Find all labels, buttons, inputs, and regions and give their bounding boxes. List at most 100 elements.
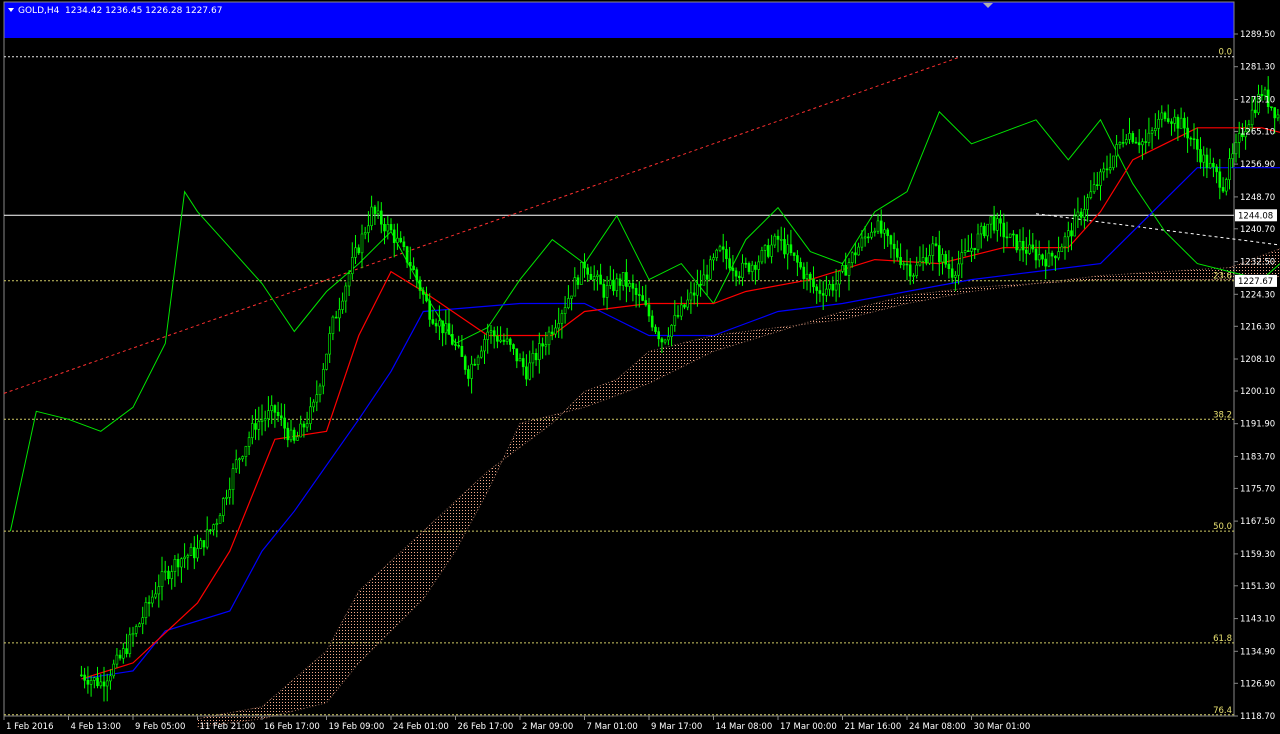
candle-body: [125, 648, 128, 654]
candle-body: [357, 247, 361, 254]
candle-body: [89, 679, 93, 685]
candle-body: [634, 287, 638, 295]
candle-body: [1270, 106, 1273, 108]
candle-body: [863, 236, 867, 239]
candle-body: [973, 247, 977, 250]
candle-body: [302, 423, 306, 428]
candle-body: [405, 246, 409, 263]
time-tick-label: 21 Mar 16:00: [845, 722, 902, 732]
candle-body: [825, 288, 828, 296]
candle-body: [505, 338, 509, 342]
candle-body: [428, 300, 432, 320]
candle-body: [621, 272, 625, 286]
candle-body: [305, 423, 309, 428]
candle-body: [431, 319, 435, 324]
candle-body: [399, 237, 403, 243]
candle-body: [467, 369, 470, 379]
price-chart[interactable]: GOLD,H4 1234.42 1236.45 1226.28 1227.67 …: [0, 0, 1280, 734]
candle-body: [334, 316, 338, 319]
time-tick-label: 19 Feb 09:00: [329, 722, 385, 732]
candle-body: [486, 331, 490, 340]
candle-body: [196, 548, 199, 559]
candle-body: [112, 663, 115, 677]
candle-body: [1054, 255, 1057, 259]
price-tick-label: 1183.70: [1240, 452, 1275, 462]
candle-body: [144, 602, 148, 619]
candle-body: [979, 225, 983, 235]
candle-body: [960, 252, 964, 265]
candle-body: [705, 274, 709, 280]
candle-body: [1050, 252, 1054, 257]
candle-body: [976, 233, 980, 251]
candle-body: [1208, 163, 1212, 169]
candle-body: [567, 298, 570, 308]
candle-body: [1118, 142, 1122, 145]
candle-body: [344, 285, 348, 302]
candle-body: [318, 385, 322, 395]
candle-body: [992, 216, 996, 231]
time-tick-label: 17 Mar 00:00: [780, 722, 837, 732]
candle-body: [441, 320, 444, 334]
candle-body: [454, 344, 457, 346]
candle-body: [692, 292, 696, 296]
price-tick-label: 1151.30: [1240, 582, 1275, 592]
candle-body: [460, 345, 464, 357]
candle-body: [589, 273, 593, 280]
candle-body: [1083, 209, 1086, 218]
fib-level-label: 76.4: [1213, 706, 1232, 716]
candle-body: [376, 210, 380, 214]
candle-body: [841, 264, 844, 272]
candle-body: [360, 233, 364, 254]
candle-body: [450, 333, 454, 345]
candle-body: [557, 323, 561, 329]
candle-body: [792, 252, 796, 256]
candle-body: [605, 285, 609, 298]
candle-body: [937, 245, 941, 263]
candle-body: [193, 547, 196, 559]
candle-body: [1160, 112, 1164, 120]
candle-body: [1234, 142, 1238, 155]
candle-body: [808, 273, 812, 280]
candle-body: [786, 244, 790, 255]
candle-body: [857, 246, 860, 256]
candle-body: [683, 304, 686, 308]
candle-body: [312, 401, 315, 408]
candle-body: [1254, 109, 1257, 114]
candle-body: [802, 266, 806, 279]
candle-body: [508, 338, 512, 345]
candle-body: [1092, 184, 1096, 193]
candle-body: [592, 276, 596, 280]
time-tick-label: 9 Feb 05:00: [135, 722, 185, 732]
candle-body: [547, 331, 551, 345]
candle-body: [1250, 109, 1254, 125]
candle-body: [412, 265, 415, 271]
candle-body: [373, 206, 377, 214]
candle-body: [586, 267, 590, 275]
candle-body: [931, 243, 935, 256]
candle-body: [560, 313, 564, 324]
candle-body: [231, 468, 235, 491]
candle-body: [954, 274, 957, 278]
candle-body: [170, 571, 173, 579]
candle-body: [1183, 117, 1186, 129]
candle-body: [934, 243, 938, 246]
price-tick-label: 1191.90: [1240, 420, 1275, 430]
candle-body: [383, 224, 386, 232]
candle-body: [212, 524, 215, 531]
candle-body: [1105, 168, 1109, 171]
candle-body: [618, 278, 622, 286]
candle-body: [299, 423, 303, 438]
candle-body: [228, 489, 231, 498]
fib-level-label: 23.6: [1213, 272, 1232, 282]
candle-body: [1221, 187, 1225, 192]
candle-body: [812, 278, 815, 288]
candle-body: [1186, 127, 1189, 139]
candle-body: [750, 264, 754, 272]
candle-body: [218, 515, 222, 524]
price-tick-label: 1126.90: [1240, 679, 1275, 689]
candle-body: [154, 593, 157, 598]
candle-body: [247, 437, 251, 447]
candle-body: [421, 290, 425, 295]
candle-body: [637, 294, 641, 296]
candle-body: [573, 277, 577, 297]
